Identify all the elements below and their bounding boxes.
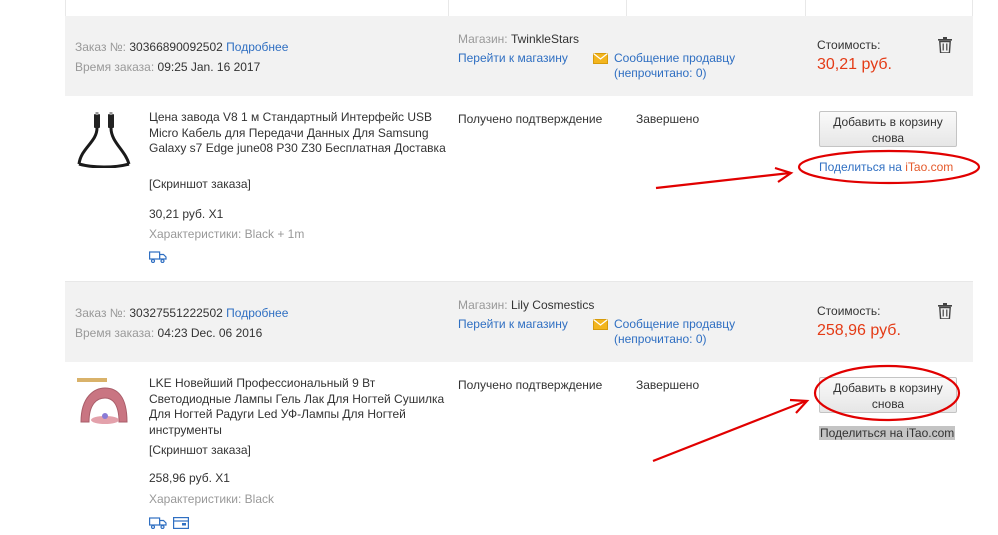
- store-label: Магазин:: [458, 298, 508, 312]
- order-number-line: Заказ №: 30327551222502 Подробнее: [75, 306, 288, 320]
- item-characteristics: Характеристики: Black + 1m: [149, 227, 305, 241]
- truck-icon[interactable]: [149, 251, 167, 263]
- unread-close: ): [702, 66, 707, 80]
- order-time-line: Время заказа: 04:23 Dec. 06 2016: [75, 326, 262, 340]
- store-line: Магазин: Lily Cosmestics: [458, 298, 594, 312]
- mail-icon: [593, 319, 608, 330]
- order-time: 09:25 Jan. 16 2017: [157, 60, 261, 74]
- order-cost: 258,96 руб.: [817, 322, 901, 339]
- order-time-line: Время заказа: 09:25 Jan. 16 2017: [75, 60, 260, 74]
- item-title[interactable]: LKE Новейший Профессиональный 9 Вт Свето…: [149, 376, 447, 438]
- order-details-link[interactable]: Подробнее: [226, 40, 288, 54]
- message-seller-link[interactable]: Сообщение продавцу: [614, 51, 735, 65]
- unread-count: 0: [695, 332, 703, 346]
- order-time: 04:23 Dec. 06 2016: [157, 326, 263, 340]
- share-itao-link[interactable]: Поделиться на iTao.com: [819, 426, 956, 440]
- store-name: TwinkleStars: [510, 32, 579, 46]
- share-brand: iTao.com: [905, 160, 954, 174]
- order-number: 30327551222502: [129, 306, 223, 320]
- share-brand: iTao.com: [906, 426, 955, 440]
- order-header: Заказ №: 30366890092502 Подробнее Время …: [65, 16, 973, 96]
- order-item-row: Цена завода V8 1 м Стандартный Интерфейс…: [65, 96, 973, 282]
- order-details-link[interactable]: Подробнее: [226, 306, 288, 320]
- order-number-label: Заказ №:: [75, 306, 127, 320]
- item-price: 258,96 руб. X1: [149, 471, 230, 485]
- nail-lamp-image: [77, 378, 128, 424]
- order-screenshot-link[interactable]: [Скриншот заказа]: [149, 443, 251, 457]
- unread-label: (непрочитано:: [614, 66, 693, 80]
- orders-list: Заказ №: 30366890092502 Подробнее Время …: [65, 0, 973, 535]
- item-price: 30,21 руб. X1: [149, 207, 224, 221]
- status-confirmation: Получено подтверждение: [458, 112, 603, 126]
- mail-icon: [593, 53, 608, 64]
- trash-icon[interactable]: [938, 37, 952, 53]
- share-prefix: Поделиться на: [819, 160, 906, 174]
- cost-label: Стоимость:: [817, 38, 881, 52]
- go-to-store-link[interactable]: Перейти к магазину: [458, 51, 568, 65]
- order-time-label: Время заказа:: [75, 326, 155, 340]
- status-completed: Завершено: [636, 112, 700, 126]
- store-line: Магазин: TwinkleStars: [458, 32, 579, 46]
- usb-cable-image: [77, 112, 131, 168]
- status-confirmation: Получено подтверждение: [458, 378, 603, 392]
- unread-line[interactable]: (непрочитано: 0): [614, 66, 707, 80]
- trash-icon[interactable]: [938, 303, 952, 319]
- cost-label: Стоимость:: [817, 304, 881, 318]
- item-characteristics: Характеристики: Black: [149, 492, 274, 506]
- order-cost: 30,21 руб.: [817, 56, 892, 73]
- order-number: 30366890092502: [129, 40, 223, 54]
- wallet-icon[interactable]: [173, 517, 189, 529]
- status-completed: Завершено: [636, 378, 700, 392]
- add-to-cart-again-button[interactable]: Добавить в корзину снова: [819, 377, 957, 413]
- store-label: Магазин:: [458, 32, 508, 46]
- order-screenshot-link[interactable]: [Скриншот заказа]: [149, 177, 251, 191]
- go-to-store-link[interactable]: Перейти к магазину: [458, 317, 568, 331]
- order-item-row: LKE Новейший Профессиональный 9 Вт Свето…: [65, 362, 973, 535]
- message-seller-link[interactable]: Сообщение продавцу: [614, 317, 735, 331]
- unread-line[interactable]: (непрочитано: 0): [614, 332, 707, 346]
- share-prefix: Поделиться на: [820, 426, 907, 440]
- truck-icon[interactable]: [149, 517, 167, 529]
- share-itao-link[interactable]: Поделиться на iTao.com: [819, 160, 953, 174]
- order-header: Заказ №: 30327551222502 Подробнее Время …: [65, 282, 973, 362]
- order-number-line: Заказ №: 30366890092502 Подробнее: [75, 40, 288, 54]
- unread-count: 0: [695, 66, 703, 80]
- add-to-cart-again-button[interactable]: Добавить в корзину снова: [819, 111, 957, 147]
- order-number-label: Заказ №:: [75, 40, 127, 54]
- unread-close: ): [702, 332, 707, 346]
- unread-label: (непрочитано:: [614, 332, 693, 346]
- item-title[interactable]: Цена завода V8 1 м Стандартный Интерфейс…: [149, 110, 447, 157]
- order-time-label: Время заказа:: [75, 60, 155, 74]
- store-name: Lily Cosmestics: [510, 298, 595, 312]
